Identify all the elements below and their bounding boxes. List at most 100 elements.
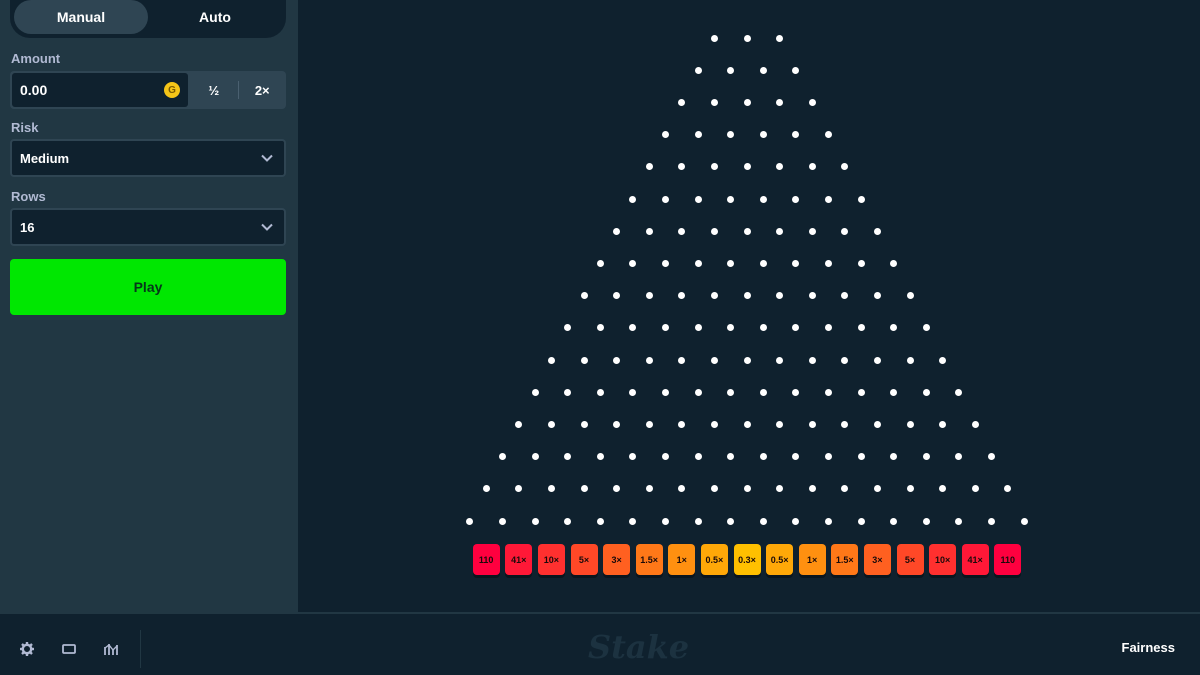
peg (678, 356, 686, 364)
peg (580, 485, 588, 493)
peg (727, 517, 735, 525)
tab-auto[interactable]: Auto (148, 0, 282, 34)
peg (825, 195, 832, 203)
peg (776, 420, 784, 428)
peg (547, 485, 555, 493)
peg (629, 195, 637, 203)
peg (808, 98, 816, 106)
peg (890, 453, 898, 461)
peg (710, 356, 718, 364)
peg (694, 517, 702, 525)
peg (710, 34, 718, 42)
peg (857, 324, 865, 332)
peg (499, 517, 506, 525)
coin-icon: G (164, 82, 180, 98)
peg (857, 195, 865, 203)
multiplier-bucket: 110 (472, 544, 500, 575)
play-button[interactable]: Play (10, 259, 286, 315)
peg (841, 292, 849, 300)
peg (547, 420, 555, 428)
peg (743, 420, 751, 428)
peg (743, 292, 751, 300)
theatre-mode-icon[interactable] (60, 640, 78, 658)
peg (515, 420, 523, 428)
peg (873, 292, 881, 300)
footer-separator (140, 630, 141, 668)
peg (825, 259, 832, 267)
peg (890, 324, 898, 332)
peg (922, 453, 930, 461)
peg (971, 485, 979, 493)
peg (857, 259, 865, 267)
peg (808, 163, 816, 171)
peg (694, 66, 702, 74)
tab-manual[interactable]: Manual (14, 0, 148, 34)
peg (678, 98, 686, 106)
peg (939, 420, 947, 428)
peg (825, 453, 832, 461)
fairness-link[interactable]: Fairness (1122, 640, 1175, 655)
multiplier-bucket: 1.5× (831, 544, 859, 575)
peg (662, 259, 669, 267)
amount-row: G ½ 2× (10, 71, 286, 109)
peg (710, 292, 718, 300)
rows-select[interactable]: 16 (10, 208, 286, 246)
peg (841, 163, 849, 171)
peg (841, 420, 849, 428)
peg (759, 388, 767, 396)
multiplier-bucket: 1.5× (635, 544, 663, 575)
multiplier-bucket: 41× (505, 544, 533, 575)
live-stats-icon[interactable] (102, 640, 120, 658)
peg (873, 227, 881, 235)
amount-field[interactable]: G (12, 73, 188, 107)
peg (743, 485, 751, 493)
peg (645, 227, 653, 235)
peg (596, 324, 604, 332)
multiplier-bucket: 41× (961, 544, 989, 575)
peg (515, 485, 523, 493)
peg (1004, 485, 1012, 493)
double-amount-button[interactable]: 2× (239, 71, 287, 109)
risk-select[interactable]: Medium (10, 139, 286, 177)
multiplier-bucket: 3× (603, 544, 631, 575)
peg (792, 66, 800, 74)
peg (776, 227, 784, 235)
peg (596, 388, 604, 396)
peg (841, 227, 849, 235)
peg (922, 324, 930, 332)
peg (727, 131, 735, 139)
peg (857, 517, 865, 525)
multiplier-bucket: 3× (863, 544, 891, 575)
peg (743, 356, 751, 364)
peg (906, 356, 914, 364)
peg (710, 98, 718, 106)
peg (678, 420, 686, 428)
peg (629, 453, 637, 461)
amount-input[interactable] (20, 82, 150, 98)
peg (939, 356, 947, 364)
gear-icon[interactable] (18, 640, 36, 658)
multiplier-bucket: 0.5× (766, 544, 794, 575)
peg (613, 420, 621, 428)
peg (482, 485, 490, 493)
peg (743, 227, 751, 235)
peg (808, 356, 816, 364)
peg (645, 485, 653, 493)
peg (727, 453, 735, 461)
peg (662, 453, 669, 461)
peg (645, 292, 653, 300)
peg (678, 227, 686, 235)
peg (694, 324, 702, 332)
peg (808, 292, 816, 300)
multiplier-bucket: 10× (537, 544, 565, 575)
half-amount-button[interactable]: ½ (190, 71, 238, 109)
peg (825, 517, 832, 525)
peg (792, 195, 800, 203)
peg (547, 356, 555, 364)
peg (580, 356, 588, 364)
peg (873, 485, 881, 493)
peg (1020, 517, 1028, 525)
peg (971, 420, 979, 428)
peg (662, 324, 669, 332)
peg (841, 485, 849, 493)
